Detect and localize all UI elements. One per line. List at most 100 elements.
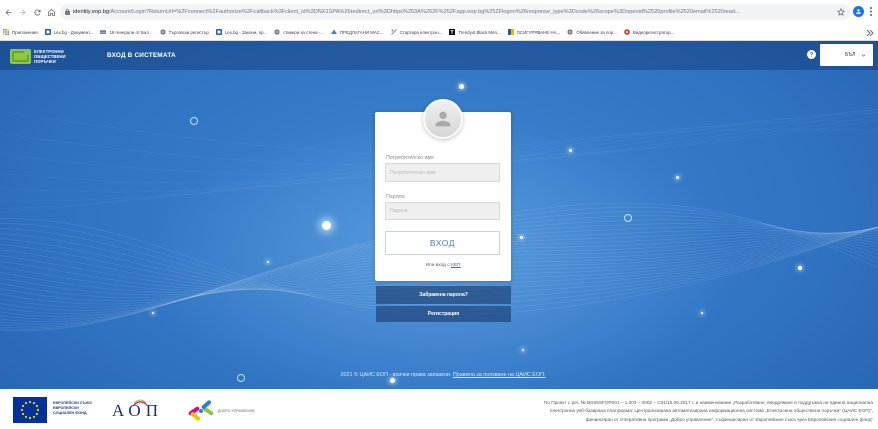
bookmark-star-icon[interactable] (836, 7, 846, 17)
bookmark-wall-stickers[interactable]: стикери за стена -... (274, 26, 324, 39)
kep-login-link[interactable]: КЕП (451, 263, 460, 268)
bookmark-label: Lex.bg - Закони, пр... (224, 29, 268, 35)
background-dot (569, 149, 572, 152)
funding-notice-line: По Проект с рег. № BG05SFOP001 – 1.003 –… (543, 400, 873, 405)
bookmark-label: Trendyol Black Men... (458, 29, 501, 35)
background-dot (520, 236, 523, 239)
more-bookmarks-chevron-icon[interactable] (866, 29, 874, 37)
eop-logo-mark-icon (10, 49, 31, 64)
background-dot (459, 84, 464, 89)
copyright-line: 2021 © ЦАИС ЕОП - всички права запазени.… (243, 372, 643, 378)
bookmark-label: Обявление за пор... (576, 29, 617, 35)
username-label: Потребителско име (386, 155, 435, 161)
register-button[interactable]: Регистрация (376, 306, 511, 322)
background-ring (624, 214, 632, 222)
bookmark-lex-document[interactable]: Lex.bg - Документ... (44, 26, 94, 39)
trendyol-favicon-icon (449, 29, 456, 35)
browser-menu-icon[interactable] (867, 6, 875, 17)
bookmark-label: Стартира електрон... (399, 29, 443, 35)
address-bar[interactable]: identity.eop.bg/Account/Login?ReturnUrl=… (60, 4, 850, 20)
good-governance-logo-text: ДОБРО УПРАВЛЕНИЕ (218, 409, 255, 413)
funding-footer: ЕВРОПЕЙСКИ СЪЮЗ ЕВРОПЕЙСКИ СОЦИАЛЕН ФОНД… (0, 389, 878, 429)
bookmark-procurement-notice[interactable]: Обявление за пор... (567, 26, 617, 39)
home-icon[interactable] (46, 7, 56, 17)
terms-link[interactable]: Правила за ползване на ЦАИС ЕОП. (453, 372, 546, 378)
background-ring (190, 117, 198, 125)
aop-swirl-icon (132, 399, 148, 407)
bookmark-generals[interactable]: 19 генерали от Бал... (100, 26, 153, 39)
bookmark-label: Видеорегистратор... (632, 29, 675, 35)
password-label: Парола (386, 194, 405, 200)
eu-logo-line: СОЦИАЛЕН ФОНД (53, 411, 87, 415)
login-page-background: ЕЛЕКТРОННИ ОБЩЕСТВЕНИ ПОРЪЧКИ ВХОД В СИС… (0, 41, 878, 389)
url-host: identity.eop.bg (73, 9, 109, 15)
news-favicon-icon (100, 29, 107, 35)
bookmark-offered[interactable]: ПРЕДЛАГАНИ МАС... (330, 26, 384, 39)
bookmark-trendyol[interactable]: Trendyol Black Men... (449, 26, 501, 39)
chevron-down-icon (861, 54, 866, 57)
reload-icon[interactable] (32, 7, 42, 17)
alt-login-text: Или вход с КЕП (375, 263, 511, 268)
back-arrow-icon[interactable] (3, 7, 13, 17)
lock-icon[interactable] (64, 8, 71, 16)
profile-avatar-icon[interactable] (853, 6, 864, 17)
globe-icon (274, 29, 280, 35)
bookmarks-bar: Приложения Lex.bg - Документ... 19 генер… (0, 24, 878, 41)
language-value: БЪЛ (845, 52, 856, 58)
eu-logo-text: ЕВРОПЕЙСКИ СЪЮЗ ЕВРОПЕЙСКИ СОЦИАЛЕН ФОНД (53, 401, 92, 416)
red-circle-favicon-icon (624, 29, 630, 35)
username-input[interactable] (385, 163, 500, 182)
eop-logo[interactable]: ЕЛЕКТРОННИ ОБЩЕСТВЕНИ ПОРЪЧКИ (10, 46, 82, 67)
background-dot (522, 349, 524, 351)
bookmark-insurance[interactable]: ОСИГУРЯВАНЕ НА... (507, 26, 561, 39)
apps-grid-icon (3, 29, 9, 35)
bookmark-trade-register[interactable]: Търговски регистър (159, 26, 209, 39)
alt-login-prefix: Или вход с (425, 263, 450, 268)
background-dot (152, 312, 154, 314)
background-dot (267, 261, 269, 263)
background-dot (390, 378, 395, 383)
browser-toolbar: identity.eop.bg/Account/Login?ReturnUrl=… (0, 0, 878, 24)
bookmark-dashcam[interactable]: Видеорегистратор... (624, 26, 674, 39)
eu-flag-icon (13, 397, 47, 423)
help-icon[interactable] (807, 50, 816, 59)
login-card: Потребителско име Парола ВХОД Или вход с… (375, 99, 511, 281)
bookmark-lex-laws[interactable]: Lex.bg - Закони, пр... (215, 26, 268, 39)
bookmark-electronic-start[interactable]: Стартира електрон... (390, 26, 443, 39)
forward-arrow-icon[interactable] (17, 7, 27, 17)
lex-bg-favicon-icon (215, 29, 222, 35)
login-button[interactable]: ВХОД (385, 231, 500, 255)
copyright-text: 2021 © ЦАИС ЕОП - всички права запазени. (340, 372, 452, 378)
funding-notice: По Проект с рег. № BG05SFOP001 – 1.003 –… (440, 399, 873, 424)
url-path: /Account/Login?ReturnUrl=%2Fconnect%2Fau… (108, 9, 740, 15)
bookmark-label: Търговски регистър (168, 29, 209, 35)
bookmark-label: Lex.bg - Документ... (53, 29, 94, 35)
bookmark-apps[interactable]: Приложения (3, 26, 38, 39)
password-input[interactable] (385, 202, 500, 220)
user-avatar-icon (423, 99, 463, 139)
site-favicon-icon (507, 29, 514, 35)
good-governance-logo-icon (188, 400, 214, 421)
background-dot (798, 266, 802, 270)
globe-icon (567, 29, 573, 35)
logo-line: ПОРЪЧКИ (34, 59, 56, 64)
bookmark-label: стикери за стена -... (283, 29, 324, 35)
bookmark-label: ПРЕДЛАГАНИ МАС... (339, 29, 384, 35)
background-dot (676, 176, 679, 179)
eop-logo-text: ЕЛЕКТРОННИ ОБЩЕСТВЕНИ ПОРЪЧКИ (34, 49, 66, 64)
background-dot (322, 221, 331, 230)
forgot-password-button[interactable]: Забравена парола? (376, 286, 511, 304)
aop-logo: АОП (112, 398, 168, 422)
url-text[interactable]: identity.eop.bg/Account/Login?ReturnUrl=… (73, 4, 833, 20)
language-select[interactable]: БЪЛ (820, 44, 873, 66)
site-favicon-icon (330, 29, 337, 35)
bookmark-label: Приложения (12, 29, 38, 35)
app-header: ЕЛЕКТРОННИ ОБЩЕСТВЕНИ ПОРЪЧКИ ВХОД В СИС… (0, 41, 878, 70)
lex-bg-favicon-icon (44, 29, 51, 35)
funding-notice-line: електронна уеб-базирана платформа: Центр… (549, 408, 873, 414)
background-dot (701, 312, 703, 314)
page-title: ВХОД В СИСТЕМАТА (107, 52, 176, 59)
funding-notice-line: финансиран от Оперативна програма „Добро… (585, 416, 873, 422)
bookmark-label: ОСИГУРЯВАНЕ НА... (516, 29, 561, 35)
site-favicon-icon (390, 29, 397, 35)
